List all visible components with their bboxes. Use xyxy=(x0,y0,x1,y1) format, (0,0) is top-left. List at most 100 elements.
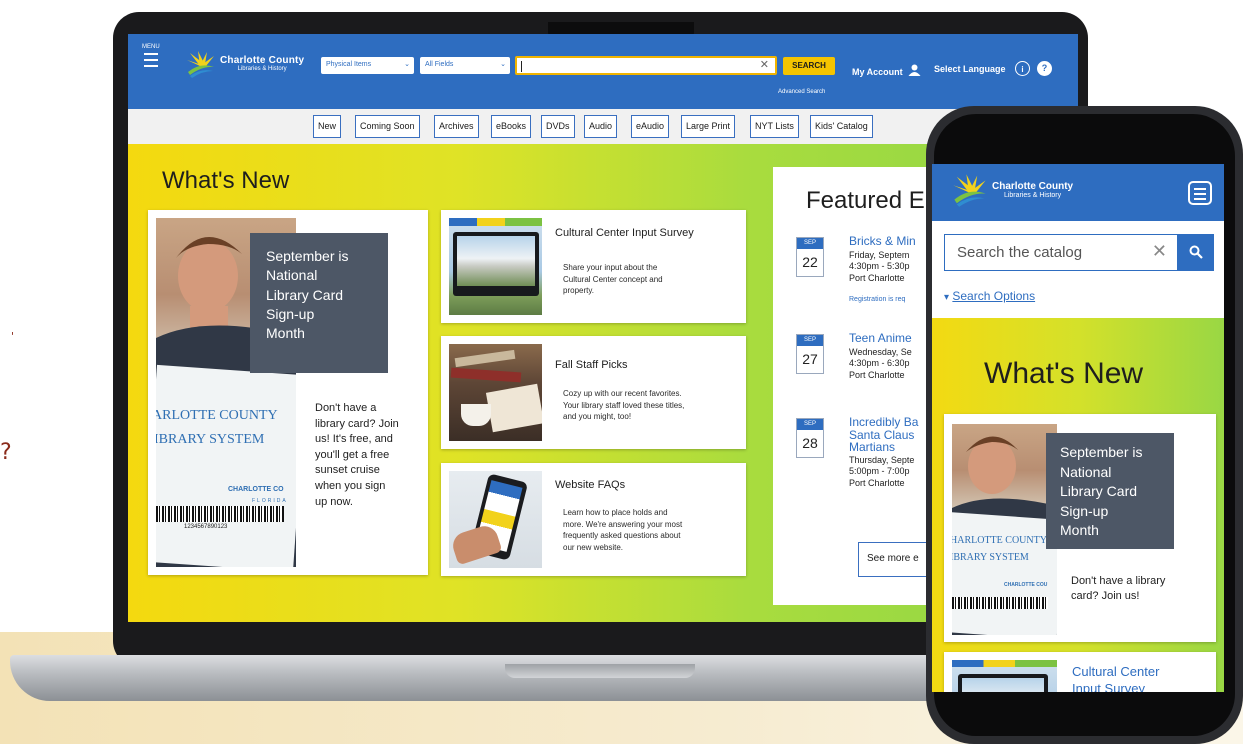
help-icon[interactable]: ? xyxy=(1037,61,1052,76)
card-website-faqs[interactable]: Website FAQs Learn how to place holds an… xyxy=(441,463,746,576)
event-meta-line: 4:30pm - 6:30p xyxy=(849,358,910,369)
promo-text-line: library card? Join xyxy=(315,417,399,430)
text-caret xyxy=(521,61,522,72)
promo-overlay-line: National xyxy=(1060,463,1112,480)
promo-overlay-line: Month xyxy=(266,325,305,342)
card-fall-staff-picks[interactable]: Fall Staff Picks Cozy up with our recent… xyxy=(441,336,746,449)
clear-icon[interactable]: ✕ xyxy=(1152,241,1167,262)
event-meta: Thursday, Septe 5:00pm - 7:00p Port Char… xyxy=(849,455,914,489)
whats-new-heading: What's New xyxy=(162,167,290,194)
phone-card-title: Cultural Center Input Survey xyxy=(1072,664,1159,692)
promo-overlay-line: Month xyxy=(1060,522,1099,539)
phone-promo-text: Don't have a library card? Join us! xyxy=(1071,574,1165,604)
event-meta-line: 5:00pm - 7:00p xyxy=(849,466,910,477)
card-desc-line: Learn how to place holds and xyxy=(563,508,668,517)
hamburger-icon[interactable] xyxy=(1188,181,1212,205)
logo-title: Charlotte County xyxy=(220,55,305,66)
phone-header: Charlotte County Libraries & History xyxy=(932,164,1224,221)
scope-select-value: Physical Items xyxy=(326,61,372,68)
accessibility-icon[interactable]: i xyxy=(1015,61,1030,76)
website-faqs-thumb xyxy=(449,471,542,568)
clear-icon[interactable]: ✕ xyxy=(760,58,769,71)
phone-card-cultural-center[interactable]: Cultural Center Input Survey xyxy=(944,652,1216,692)
card-title-line: Input Survey xyxy=(1072,680,1145,692)
event-registration-note: Registration is req xyxy=(849,296,906,303)
phone-library-card-promo[interactable]: HARLOTTE COUNTY IBRARY SYSTEM CHARLOTTE … xyxy=(944,414,1216,642)
card-title: Fall Staff Picks xyxy=(555,359,628,371)
event-month: SEP xyxy=(797,238,823,249)
promo-text-line: us! It's free, and xyxy=(315,433,393,446)
event-title-link[interactable]: Teen Anime xyxy=(849,332,912,345)
nav-large-print[interactable]: Large Print xyxy=(681,115,736,138)
event-title-link[interactable]: Bricks & Min xyxy=(849,235,916,248)
barcode xyxy=(952,597,1048,609)
advanced-search-link[interactable]: Advanced Search xyxy=(778,89,825,95)
phone-card-photo-line1: HARLOTTE COUNTY xyxy=(952,535,1047,546)
phone-whats-new-heading: What's New xyxy=(984,357,1144,390)
promo-overlay-line: Sign-up xyxy=(1060,502,1109,519)
promo-text-line: card? Join us! xyxy=(1071,589,1140,602)
field-select[interactable]: All Fields ⌄ xyxy=(420,57,510,74)
book-shape xyxy=(450,367,522,383)
event-date-badge: SEP 28 xyxy=(796,418,824,458)
event-title-line: Incredibly Ba xyxy=(849,415,919,429)
sunburst-logo-icon xyxy=(187,51,214,78)
event-day: 28 xyxy=(802,435,818,451)
nav-new[interactable]: New xyxy=(313,115,342,138)
card-desc: Share your input about the Cultural Cent… xyxy=(563,262,663,297)
phone-cultural-thumb xyxy=(952,660,1057,692)
chevron-down-icon: ▾ xyxy=(944,292,950,303)
nav-dvds[interactable]: DVDs xyxy=(541,115,575,138)
card-desc-line: our new website. xyxy=(563,542,624,552)
phone-logo[interactable]: Charlotte County Libraries & History xyxy=(952,173,1073,207)
promo-text-line: Don't have a xyxy=(315,402,377,414)
library-card-promo[interactable]: ARLOTTE COUNTY IBRARY SYSTEM CHARLOTTE C… xyxy=(148,210,428,575)
my-account-link[interactable]: My Account xyxy=(852,64,921,77)
promo-text-line: you'll get a free xyxy=(315,448,390,461)
site-header: MENU Charlotte County Libraries & Histor… xyxy=(128,34,1078,109)
card-photo-logo: CHARLOTTE CO xyxy=(228,486,284,493)
card-photo-sub: FLORIDA xyxy=(252,498,288,504)
event-title-link[interactable]: Incredibly Ba Santa Claus Martians xyxy=(849,416,918,454)
nav-audio[interactable]: Audio xyxy=(584,115,618,138)
nav-coming-soon[interactable]: Coming Soon xyxy=(355,115,420,138)
nav-kids-catalog[interactable]: Kids' Catalog xyxy=(810,115,873,138)
event-meta-line: Thursday, Septe xyxy=(849,455,915,465)
phone-screen: Charlotte County Libraries & History Sea… xyxy=(932,164,1224,692)
event-day: 22 xyxy=(802,254,818,270)
search-options-link[interactable]: ▾ Search Options xyxy=(944,289,1035,303)
search-button[interactable]: SEARCH xyxy=(783,57,835,75)
event-meta-line: Port Charlotte xyxy=(849,477,905,488)
select-language-link[interactable]: Select Language xyxy=(934,64,1006,74)
hamburger-icon[interactable] xyxy=(144,53,158,69)
promo-overlay-line: National xyxy=(266,267,318,284)
promo-overlay-line: September is xyxy=(1060,444,1143,460)
scope-select[interactable]: Physical Items ⌄ xyxy=(321,57,414,74)
promo-overlay-line: September is xyxy=(266,248,349,264)
card-photo-line1: ARLOTTE COUNTY xyxy=(156,408,278,423)
search-input[interactable]: ✕ xyxy=(515,56,777,75)
cultural-center-thumb xyxy=(449,218,542,315)
card-cultural-center[interactable]: Cultural Center Input Survey Share your … xyxy=(441,210,746,323)
promo-text-line: Don't have a library xyxy=(1071,575,1166,587)
event-meta-line: Wednesday, Se xyxy=(849,347,912,357)
promo-text-line: when you sign xyxy=(315,480,386,493)
nav-ebooks[interactable]: eBooks xyxy=(491,115,532,138)
event-month: SEP xyxy=(797,335,823,346)
phone-search-button[interactable] xyxy=(1178,234,1214,271)
promo-text-line: sunset cruise xyxy=(315,464,380,477)
coffee-cup xyxy=(461,404,491,426)
nav-archives[interactable]: Archives xyxy=(434,115,479,138)
field-select-value: All Fields xyxy=(425,61,454,68)
card-desc-line: Share your input about the xyxy=(563,263,658,272)
search-icon xyxy=(1189,245,1203,259)
site-logo[interactable]: Charlotte County Libraries & History xyxy=(186,50,304,78)
barcode-number: 1234567890123 xyxy=(184,524,228,530)
promo-overlay-line: Library Card xyxy=(1060,483,1138,500)
nav-eaudio[interactable]: eAudio xyxy=(631,115,670,138)
phone-search-input[interactable]: Search the catalog ✕ xyxy=(944,234,1178,271)
promo-overlay-line: Library Card xyxy=(266,286,344,303)
nav-nyt-lists[interactable]: NYT Lists xyxy=(750,115,799,138)
event-meta: Wednesday, Se 4:30pm - 6:30p Port Charlo… xyxy=(849,347,912,381)
building-photo xyxy=(457,236,535,286)
